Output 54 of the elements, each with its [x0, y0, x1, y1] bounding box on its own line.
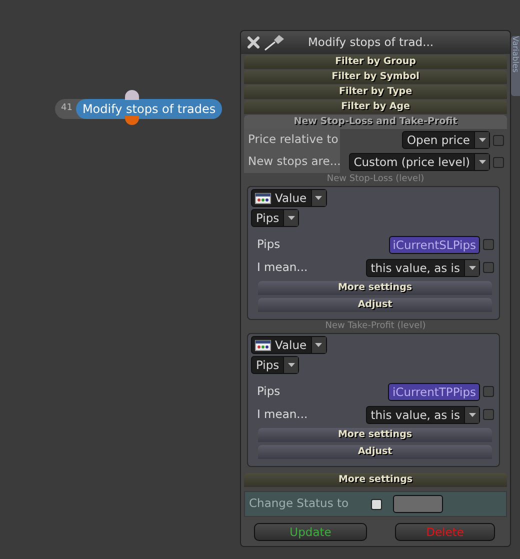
dropdown[interactable]: Pips: [251, 209, 300, 227]
checkbox[interactable]: [483, 262, 494, 273]
window-title: Modify stops of trad...: [308, 34, 434, 51]
row-label: Pips: [257, 382, 280, 400]
row-label: Pips: [257, 236, 280, 253]
dropdown[interactable]: this value, as is: [366, 258, 480, 276]
section-button[interactable]: More settings: [258, 281, 492, 295]
field-label: New stops are...: [244, 151, 340, 173]
caret-icon: [315, 343, 322, 347]
section-button[interactable]: Adjust: [258, 445, 492, 459]
section-button[interactable]: More settings: [258, 428, 492, 442]
side-tab-label: Variables: [511, 36, 520, 73]
checkbox[interactable]: [483, 386, 494, 397]
caret-icon: [478, 138, 486, 142]
dropdown[interactable]: Pips: [251, 356, 300, 374]
update-button[interactable]: Update: [254, 523, 367, 541]
section-header[interactable]: Filter by Group: [244, 55, 507, 69]
dropdown[interactable]: Value: [251, 189, 327, 207]
variable-field[interactable]: iCurrentSLPips: [388, 236, 480, 254]
value-icon: [255, 193, 271, 204]
dropdown[interactable]: Custom (price level): [348, 153, 490, 171]
node-title[interactable]: Modify stops of trades: [76, 99, 222, 119]
status-input[interactable]: [392, 495, 443, 513]
caret-icon: [288, 216, 295, 220]
variable-field[interactable]: iCurrentTPPips: [388, 382, 480, 400]
close-icon[interactable]: [247, 36, 260, 49]
caret-icon: [478, 160, 486, 164]
row-label: I mean...: [257, 406, 308, 423]
section-header[interactable]: More settings: [244, 473, 507, 487]
output-port[interactable]: [125, 116, 139, 125]
checkbox[interactable]: [493, 156, 504, 168]
group-caption: New Take-Profit (level): [324, 320, 427, 333]
status-label: Change Status to: [249, 495, 349, 512]
section-header[interactable]: Filter by Type: [244, 85, 507, 99]
caret-icon: [468, 266, 476, 270]
dropdown[interactable]: Open price: [402, 131, 490, 149]
caret-icon: [315, 196, 322, 200]
field-label: Price relative to: [244, 129, 340, 151]
checkbox[interactable]: [483, 409, 494, 420]
caret-icon: [288, 363, 295, 367]
dropdown[interactable]: this value, as is: [366, 406, 480, 424]
dropdown[interactable]: Value: [251, 336, 327, 354]
section-header[interactable]: Filter by Age: [244, 100, 507, 114]
section-header[interactable]: Filter by Symbol: [244, 70, 507, 84]
group-caption: New Stop-Loss (level): [326, 173, 426, 186]
checkbox[interactable]: [483, 239, 494, 250]
row-label: I mean...: [257, 258, 308, 276]
value-icon: [255, 340, 271, 351]
pin-icon[interactable]: [264, 34, 286, 50]
input-port[interactable]: [125, 90, 139, 100]
checkbox[interactable]: [370, 498, 382, 510]
caret-icon: [468, 412, 476, 416]
checkbox[interactable]: [493, 134, 504, 146]
section-button[interactable]: Adjust: [258, 298, 492, 312]
